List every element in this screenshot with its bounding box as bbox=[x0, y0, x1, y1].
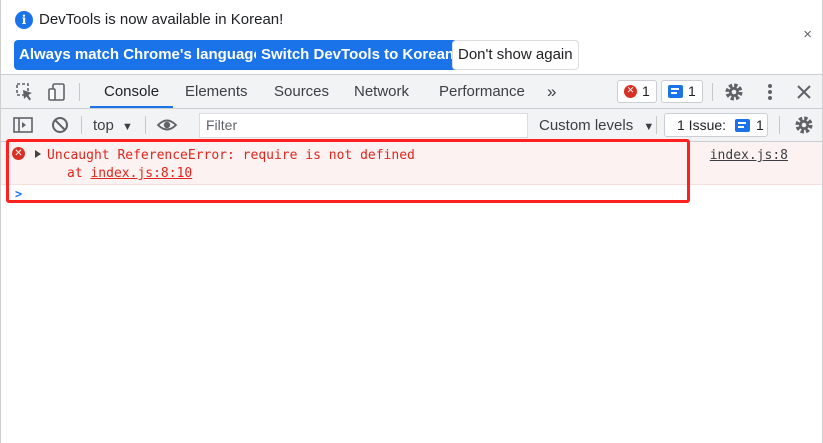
issues-count: 1 bbox=[756, 117, 764, 133]
console-toolbar: top ▼ Filter Custom levels ▼ 1 Issue: 1 bbox=[1, 109, 822, 142]
settings-gear-icon[interactable] bbox=[723, 81, 745, 103]
divider bbox=[779, 116, 780, 134]
language-infobar: i DevTools is now available in Korean! ×… bbox=[1, 0, 822, 75]
switch-to-korean-button[interactable]: Switch DevTools to Korean bbox=[256, 40, 460, 70]
tab-elements[interactable]: Elements bbox=[185, 75, 248, 108]
context-selector[interactable]: top ▼ bbox=[93, 109, 133, 142]
always-match-language-button[interactable]: Always match Chrome's language bbox=[14, 40, 267, 70]
filter-input[interactable]: Filter bbox=[199, 113, 528, 138]
live-expression-eye-icon[interactable] bbox=[156, 114, 178, 136]
chevron-down-icon: ▼ bbox=[643, 121, 655, 133]
message-counter[interactable]: 1 bbox=[661, 80, 703, 103]
tab-network[interactable]: Network bbox=[354, 75, 409, 108]
infobar-message: DevTools is now available in Korean! bbox=[39, 11, 284, 28]
error-text: Uncaught ReferenceError: require is not … bbox=[47, 148, 415, 163]
stack-location-link[interactable]: index.js:8:10 bbox=[90, 166, 192, 181]
divider bbox=[79, 83, 80, 101]
clear-console-icon[interactable] bbox=[49, 114, 71, 136]
tab-performance[interactable]: Performance bbox=[439, 75, 525, 108]
divider bbox=[712, 83, 713, 101]
error-icon: ✕ bbox=[624, 85, 637, 98]
close-infobar-icon[interactable]: × bbox=[803, 26, 812, 43]
devtools-tabbar: Console Elements Sources Network Perform… bbox=[1, 75, 822, 109]
console-error-message: ✕ Uncaught ReferenceError: require is no… bbox=[1, 142, 822, 185]
inspect-element-icon[interactable] bbox=[14, 81, 36, 103]
divider bbox=[656, 116, 657, 134]
issues-button[interactable]: 1 Issue: 1 bbox=[664, 113, 768, 137]
error-count: 1 bbox=[642, 83, 650, 99]
stack-prefix: at bbox=[67, 166, 91, 181]
dont-show-again-button[interactable]: Don't show again bbox=[452, 40, 579, 70]
issue-icon bbox=[735, 119, 750, 132]
more-tabs-icon[interactable]: » bbox=[547, 75, 556, 108]
error-icon: ✕ bbox=[12, 147, 25, 160]
chevron-down-icon: ▼ bbox=[122, 121, 133, 133]
tab-console[interactable]: Console bbox=[89, 75, 174, 108]
device-toolbar-icon[interactable] bbox=[46, 81, 68, 103]
message-count: 1 bbox=[688, 83, 696, 99]
info-icon: i bbox=[15, 11, 33, 29]
more-options-icon[interactable] bbox=[759, 81, 781, 103]
issues-label: 1 Issue: bbox=[677, 117, 727, 133]
console-prompt[interactable]: > bbox=[15, 187, 22, 201]
close-devtools-icon[interactable] bbox=[793, 81, 815, 103]
context-value: top bbox=[93, 117, 114, 134]
divider bbox=[81, 116, 82, 134]
stack-trace-line: at index.js:8:10 bbox=[67, 166, 192, 181]
console-settings-gear-icon[interactable] bbox=[793, 114, 815, 136]
error-counter[interactable]: ✕ 1 bbox=[617, 80, 657, 103]
tab-sources[interactable]: Sources bbox=[274, 75, 329, 108]
source-location-link[interactable]: index.js:8 bbox=[710, 148, 788, 163]
message-icon bbox=[668, 85, 683, 98]
divider bbox=[145, 116, 146, 134]
log-levels-dropdown[interactable]: Custom levels ▼ bbox=[539, 109, 654, 142]
expand-triangle-icon[interactable] bbox=[35, 150, 41, 158]
show-sidebar-icon[interactable] bbox=[12, 114, 34, 136]
log-levels-label: Custom levels bbox=[539, 117, 634, 134]
